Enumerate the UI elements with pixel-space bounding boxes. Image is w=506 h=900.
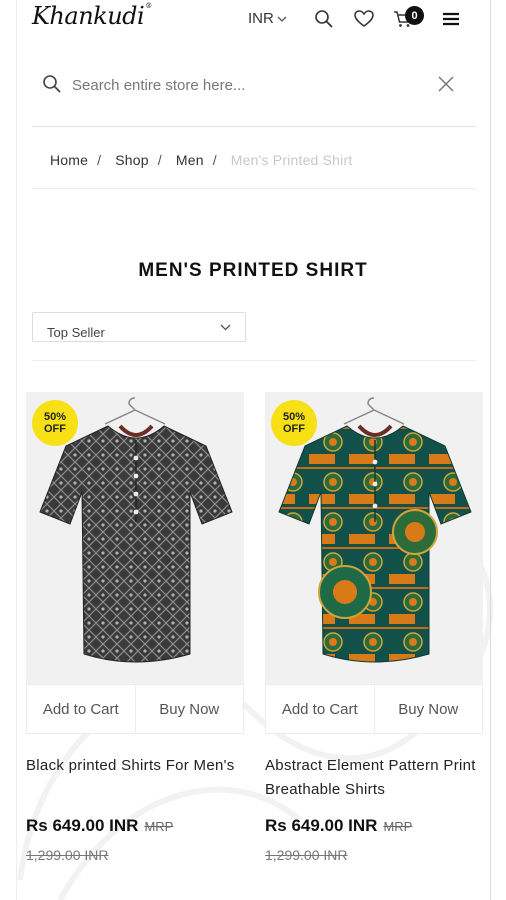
breadcrumb: Home / Shop / Men / Men's Printed Shirt: [50, 152, 352, 168]
discount-percent: 50%: [282, 411, 306, 423]
chevron-down-icon: [277, 16, 287, 22]
add-to-cart-button[interactable]: Add to Cart: [266, 685, 374, 733]
right-divider: [490, 0, 491, 900]
discount-off: OFF: [44, 423, 66, 435]
product-name[interactable]: Black printed Shirts For Men's: [26, 754, 244, 778]
mrp-label: MRP: [383, 819, 413, 834]
page: Khankudi® INR 0 Home / Shop / Men /: [0, 0, 506, 900]
add-to-cart-button[interactable]: Add to Cart: [27, 685, 135, 733]
discount-badge: 50% OFF: [32, 400, 78, 446]
currency-selector[interactable]: INR: [248, 10, 288, 27]
breadcrumb-separator: /: [157, 152, 162, 168]
mrp-label: MRP: [144, 819, 174, 834]
buy-now-button[interactable]: Buy Now: [373, 685, 482, 733]
menu-icon[interactable]: [440, 8, 462, 30]
original-price: 1,299.00 INR: [26, 847, 109, 863]
price-row: Rs 649.00 INR MRP: [265, 816, 412, 836]
divider: [32, 360, 476, 361]
heart-icon[interactable]: [353, 8, 375, 30]
breadcrumb-separator: /: [97, 152, 102, 168]
currency-label: INR: [248, 10, 274, 27]
discount-off: OFF: [283, 423, 305, 435]
product-image[interactable]: 50% OFF: [26, 392, 244, 684]
sort-selected-value: Top Seller: [47, 325, 105, 340]
logo[interactable]: Khankudi®: [32, 2, 152, 30]
breadcrumb-current: Men's Printed Shirt: [230, 152, 353, 168]
site-header: Khankudi® INR 0: [0, 0, 490, 40]
breadcrumb-separator: /: [212, 152, 217, 168]
buy-now-button[interactable]: Buy Now: [134, 685, 243, 733]
search-bar: [32, 60, 476, 110]
price-row: Rs 649.00 INR MRP: [26, 816, 173, 836]
product-price: Rs 649.00 INR: [265, 816, 378, 835]
search-icon[interactable]: [313, 8, 335, 30]
product-actions: Add to Cart Buy Now: [265, 684, 483, 734]
logo-text: Khankudi: [32, 2, 145, 30]
search-icon: [43, 75, 61, 93]
search-input[interactable]: [72, 73, 422, 97]
product-price: Rs 649.00 INR: [26, 816, 139, 835]
discount-percent: 50%: [43, 411, 67, 423]
cart-count-badge: 0: [405, 6, 424, 25]
discount-badge: 50% OFF: [271, 400, 317, 446]
product-actions: Add to Cart Buy Now: [26, 684, 244, 734]
breadcrumb-home[interactable]: Home: [50, 152, 88, 168]
divider: [32, 188, 476, 189]
divider: [32, 126, 476, 127]
page-title: MEN'S PRINTED SHIRT: [138, 260, 368, 281]
sort-select[interactable]: Top Seller: [32, 312, 246, 342]
logo-registered-mark: ®: [145, 2, 152, 10]
close-icon[interactable]: [436, 74, 456, 94]
original-price: 1,299.00 INR: [265, 847, 348, 863]
breadcrumb-shop[interactable]: Shop: [115, 152, 149, 168]
product-image[interactable]: 50% OFF: [265, 392, 483, 684]
left-divider: [16, 0, 17, 900]
breadcrumb-men[interactable]: Men: [176, 152, 204, 168]
chevron-down-icon: [220, 324, 231, 331]
product-name[interactable]: Abstract Element Pattern Print Breathabl…: [265, 754, 483, 802]
